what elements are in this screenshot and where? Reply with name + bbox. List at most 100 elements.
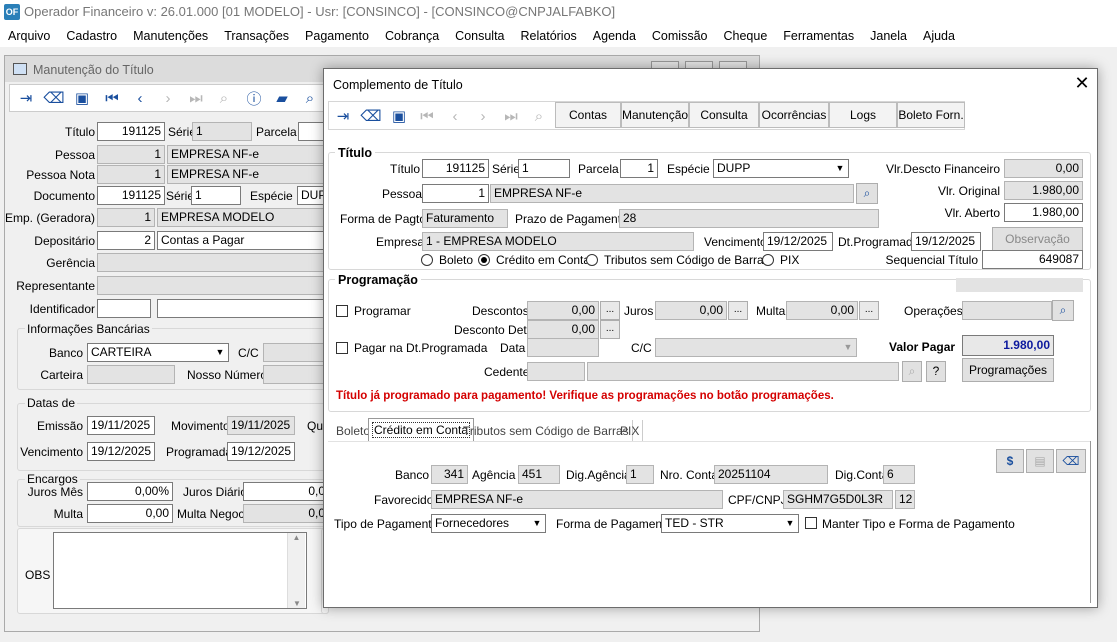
bg-obs-scrollbar[interactable]: ▲ ▼ xyxy=(287,533,305,608)
bg-nosso-numero-field[interactable] xyxy=(263,365,329,384)
vencimento-field[interactable]: 19/12/2025 xyxy=(763,232,833,251)
data-field[interactable] xyxy=(527,338,599,357)
vlr-aberto-field[interactable]: 1.980,00 xyxy=(1004,203,1083,222)
dialog-close-icon[interactable]: ✕ xyxy=(1072,73,1092,93)
menu-arquivo[interactable]: Arquivo xyxy=(0,25,58,47)
chevron-down-icon[interactable]: ▼ xyxy=(529,515,545,532)
bg-emissao-field[interactable]: 19/11/2025 xyxy=(87,416,155,435)
serie-field[interactable]: 1 xyxy=(518,159,570,178)
last-record-icon[interactable]: ⏭ xyxy=(184,86,208,110)
chevron-down-icon[interactable]: ▼ xyxy=(212,344,228,361)
cred-tipo-select[interactable]: Fornecedores ▼ xyxy=(431,514,546,533)
radio-pix[interactable] xyxy=(762,254,774,266)
juros-field[interactable]: 0,00 xyxy=(655,301,727,320)
bg-pessoa-nota-name[interactable]: EMPRESA NF-e xyxy=(167,165,329,184)
menu-cheque[interactable]: Cheque xyxy=(715,25,775,47)
bg-pessoa-name[interactable]: EMPRESA NF-e xyxy=(167,145,329,164)
chevron-down-icon[interactable]: ▼ xyxy=(832,160,848,177)
programacoes-button[interactable]: Programações xyxy=(962,358,1054,382)
desconto-det-field[interactable]: 0,00 xyxy=(527,320,599,339)
multa-field[interactable]: 0,00 xyxy=(786,301,858,320)
toolbar-boleto-forn-button[interactable]: Boleto Forn. xyxy=(897,102,965,128)
cred-dig-agencia-field[interactable]: 1 xyxy=(626,465,654,484)
cc-select[interactable]: ▼ xyxy=(655,338,857,357)
menu-manutencoes[interactable]: Manutenções xyxy=(125,25,216,47)
bg-emp-name[interactable]: EMPRESA MODELO xyxy=(157,208,329,227)
bg-depositario-name[interactable]: Contas a Pagar xyxy=(157,231,329,250)
eraser-icon[interactable]: ⌫ xyxy=(42,86,66,110)
first-record-icon[interactable]: ⏮ xyxy=(100,86,124,110)
previous-record-icon[interactable]: ‹ xyxy=(128,86,152,110)
bg-programada-field[interactable]: 19/12/2025 xyxy=(227,442,295,461)
bg-identificador-field[interactable] xyxy=(97,299,151,318)
dollar-icon[interactable]: $ xyxy=(996,449,1024,473)
toolbar-ocorrencias-button[interactable]: Ocorrências xyxy=(759,102,829,128)
desconto-det-ellipsis-button[interactable]: ... xyxy=(600,320,620,339)
menu-consulta[interactable]: Consulta xyxy=(447,25,512,47)
especie-select[interactable]: DUPP ▼ xyxy=(713,159,849,178)
bg-juros-mes-field[interactable]: 0,00% xyxy=(87,482,173,501)
search-icon[interactable]: ⌕ xyxy=(212,86,236,110)
chevron-down-icon[interactable]: ▼ xyxy=(782,515,798,532)
cred-cpf-field-2[interactable]: 12 xyxy=(895,490,915,509)
last-record-icon[interactable]: ⏭ xyxy=(499,104,523,128)
menu-cobranca[interactable]: Cobrança xyxy=(377,25,447,47)
toolbar-contas-button[interactable]: Contas xyxy=(555,102,621,128)
descontos-ellipsis-button[interactable]: ... xyxy=(600,301,620,320)
bg-doc-serie-field[interactable]: 1 xyxy=(191,186,241,205)
bg-pessoa-nota-code[interactable]: 1 xyxy=(97,165,165,184)
empresa-field[interactable]: 1 - EMPRESA MODELO xyxy=(422,232,694,251)
menu-ferramentas[interactable]: Ferramentas xyxy=(775,25,862,47)
titulo-field[interactable]: 191125 xyxy=(422,159,489,178)
valor-pagar-field[interactable]: 1.980,00 xyxy=(962,335,1054,356)
juros-ellipsis-button[interactable]: ... xyxy=(728,301,748,320)
prazo-field[interactable]: 28 xyxy=(619,209,879,228)
cred-nro-conta-field[interactable]: 20251104 xyxy=(714,465,828,484)
bg-movimento-field[interactable]: 19/11/2025 xyxy=(227,416,295,435)
bg-serie-field[interactable]: 1 xyxy=(192,122,252,141)
eraser-icon[interactable]: ⌫ xyxy=(359,104,383,128)
bg-identificador-desc[interactable] xyxy=(157,299,329,318)
menu-transacoes[interactable]: Transações xyxy=(216,25,297,47)
bg-depositario-code[interactable]: 2 xyxy=(97,231,155,250)
bg-representante-field[interactable] xyxy=(97,276,329,295)
radio-credito[interactable] xyxy=(478,254,490,266)
bg-multa-negoc-field[interactable]: 0,0 xyxy=(243,504,329,523)
bg-emp-code[interactable]: 1 xyxy=(97,208,155,227)
toolbar-manutencao-button[interactable]: Manutenção xyxy=(621,102,689,128)
parcela-field[interactable]: 1 xyxy=(620,159,658,178)
operacoes-field[interactable] xyxy=(962,301,1052,320)
bg-documento-field[interactable]: 191125 xyxy=(97,186,165,205)
next-record-icon[interactable]: › xyxy=(156,86,180,110)
eraser-icon[interactable]: ⌫ xyxy=(1056,449,1086,473)
menu-agenda[interactable]: Agenda xyxy=(585,25,644,47)
info-icon[interactable]: ⓘ xyxy=(242,86,266,110)
pessoa-code[interactable]: 1 xyxy=(422,184,489,203)
exit-icon[interactable]: ⇥ xyxy=(14,86,38,110)
radio-boleto[interactable] xyxy=(421,254,433,266)
pessoa-name[interactable]: EMPRESA NF-e xyxy=(490,184,854,203)
zoom-icon[interactable]: ⌕ xyxy=(298,86,322,110)
exit-icon[interactable]: ⇥ xyxy=(331,104,355,128)
bg-pessoa-code[interactable]: 1 xyxy=(97,145,165,164)
dt-programada-field[interactable]: 19/12/2025 xyxy=(911,232,981,251)
cred-agencia-field[interactable]: 451 xyxy=(518,465,560,484)
vlr-original-field[interactable]: 1.980,00 xyxy=(1004,181,1083,200)
toolbar-logs-button[interactable]: Logs xyxy=(829,102,897,128)
programar-checkbox[interactable] xyxy=(336,305,348,317)
forma-pagto-field[interactable]: Faturamento xyxy=(422,209,508,228)
save-icon[interactable]: ▣ xyxy=(387,104,411,128)
cred-cpf-field[interactable]: SGHM7G5D0L3R xyxy=(783,490,893,509)
menu-pagamento[interactable]: Pagamento xyxy=(297,25,377,47)
previous-record-icon[interactable]: ‹ xyxy=(443,104,467,128)
radio-tributos[interactable] xyxy=(586,254,598,266)
bg-vencimento-field[interactable]: 19/12/2025 xyxy=(87,442,155,461)
bg-juros-diario-field[interactable]: 0,0 xyxy=(243,482,329,501)
bg-banco-select[interactable]: CARTEIRA ▼ xyxy=(87,343,229,362)
bg-carteira-field[interactable] xyxy=(87,365,175,384)
cedente-code[interactable] xyxy=(527,362,585,381)
cred-forma-select[interactable]: TED - STR ▼ xyxy=(661,514,799,533)
bg-multa-field[interactable]: 0,00 xyxy=(87,504,173,523)
search-icon[interactable]: ⌕ xyxy=(527,104,551,128)
observacao-button[interactable]: Observação xyxy=(992,227,1083,251)
